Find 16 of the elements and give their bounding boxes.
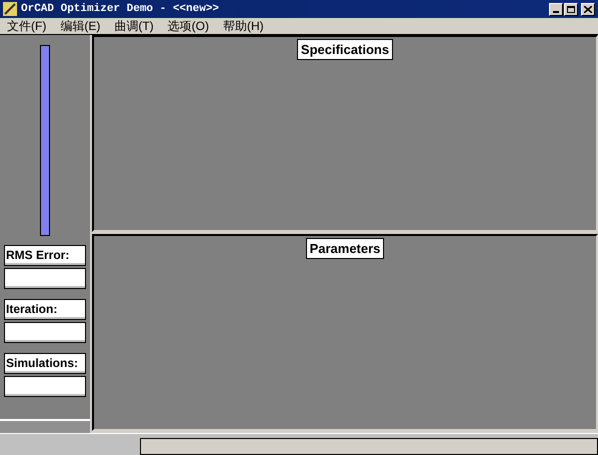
menu-item[interactable]: 编辑(E) [53,17,108,35]
close-icon [584,6,592,12]
field-label: RMS Error: [4,245,86,266]
close-button[interactable] [581,2,595,16]
panel-title: Specifications [296,39,394,60]
menu-item[interactable]: 选项(O) [160,17,216,35]
app-icon [3,2,17,16]
field-label: Simulations: [4,353,86,374]
window-title: OrCAD Optimizer Demo - <<new>> [21,2,220,17]
menu-item[interactable]: 帮助(H) [216,17,271,35]
menu-item[interactable]: 曲调(T) [107,17,161,35]
field-label: Iteration: [4,299,86,320]
maximize-button[interactable] [564,2,578,16]
menu-item[interactable]: 文件(F) [0,17,54,35]
minimize-button[interactable] [549,2,563,16]
panel-title: Parameters [306,238,384,259]
